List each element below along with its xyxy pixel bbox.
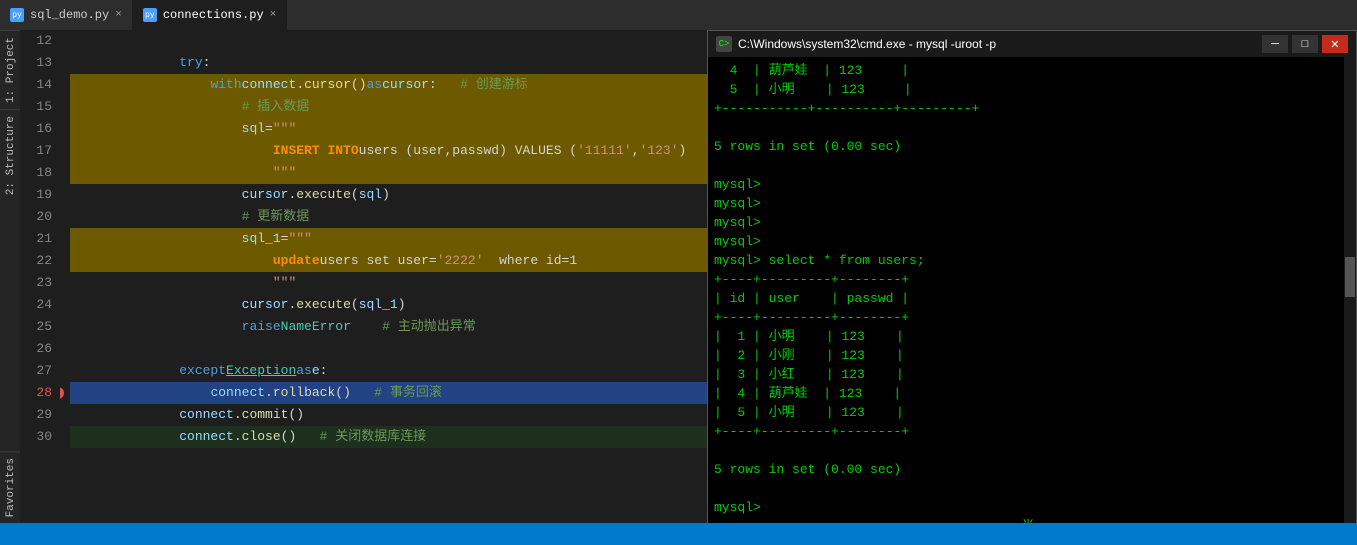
cmd-line-10: mysql> [714,232,1350,251]
tab-icon-sql-demo: py [10,8,24,22]
cmd-line-17: | 3 | 小红 | 123 | [714,365,1350,384]
tab-connections[interactable]: py connections.py × [133,0,287,30]
breakpoint-28 [60,387,64,399]
cmd-controls: ─ □ ✕ [1262,35,1348,53]
cmd-line-23 [714,479,1350,498]
line-num-12: 12 [20,30,52,52]
cmd-line-25: 半: [714,517,1350,523]
line-num-19: 19 [20,184,52,206]
line-num-16: 16 [20,118,52,140]
cmd-close-button[interactable]: ✕ [1322,35,1348,53]
cmd-titlebar: C> C:\Windows\system32\cmd.exe - mysql -… [708,31,1356,57]
sidebar-favorites[interactable]: Favorites [0,451,20,523]
cmd-line-22: 5 rows in set (0.00 sec) [714,460,1350,479]
tab-sql-demo[interactable]: py sql_demo.py × [0,0,133,30]
cmd-line-3: +-----------+----------+---------+ [714,99,1350,118]
cmd-line-5: 5 rows in set (0.00 sec) [714,137,1350,156]
line-num-23: 23 [20,272,52,294]
cmd-body: 4 | 葫芦娃 | 123 | 5 | 小明 | 123 | +--------… [708,57,1356,523]
cmd-title-left: C> C:\Windows\system32\cmd.exe - mysql -… [716,36,996,52]
line-num-28: 28 [20,382,52,404]
tab-bar: py sql_demo.py × py connections.py × [0,0,1357,30]
cmd-maximize-button[interactable]: □ [1292,35,1318,53]
cmd-line-20: +----+---------+--------+ [714,422,1350,441]
cmd-line-11: mysql> select * from users; [714,251,1350,270]
line-num-17: 17 [20,140,52,162]
tab-close-sql-demo[interactable]: × [115,9,122,21]
cmd-scrollbar-thumb[interactable] [1345,257,1355,297]
line-num-24: 24 [20,294,52,316]
cmd-line-18: | 4 | 葫芦娃 | 123 | [714,384,1350,403]
line-num-27: 27 [20,360,52,382]
line-num-29: 29 [20,404,52,426]
cmd-line-1: 4 | 葫芦娃 | 123 | [714,61,1350,80]
line-num-21: 21 [20,228,52,250]
sidebar-project[interactable]: 1: Project [0,30,20,109]
tab-label-sql-demo: sql_demo.py [30,8,109,22]
line-numbers: 12 13 14 15 16 17 18 19 20 21 22 23 24 2… [20,30,60,523]
cmd-line-19: | 5 | 小明 | 123 | [714,403,1350,422]
line-num-30: 30 [20,426,52,448]
line-num-20: 20 [20,206,52,228]
tab-icon-connections: py [143,8,157,22]
status-bar [0,523,1357,545]
cmd-line-7: mysql> [714,175,1350,194]
cmd-line-6 [714,156,1350,175]
line-num-15: 15 [20,96,52,118]
cmd-icon: C> [716,36,732,52]
line-num-22: 22 [20,250,52,272]
cmd-window: C> C:\Windows\system32\cmd.exe - mysql -… [707,30,1357,523]
cmd-minimize-button[interactable]: ─ [1262,35,1288,53]
cmd-line-4 [714,118,1350,137]
cmd-line-13: | id | user | passwd | [714,289,1350,308]
cmd-line-16: | 2 | 小刚 | 123 | [714,346,1350,365]
cmd-scrollbar[interactable] [1344,57,1356,523]
cmd-line-21 [714,441,1350,460]
cmd-line-12: +----+---------+--------+ [714,270,1350,289]
left-sidebar: 1: Project 2: Structure Favorites [0,30,20,523]
cmd-title-text: C:\Windows\system32\cmd.exe - mysql -uro… [738,37,996,51]
main-content: 1: Project 2: Structure Favorites 12 13 … [0,30,1357,523]
cmd-line-14: +----+---------+--------+ [714,308,1350,327]
line-num-13: 13 [20,52,52,74]
line-num-18: 18 [20,162,52,184]
cmd-line-9: mysql> [714,213,1350,232]
cmd-line-2: 5 | 小明 | 123 | [714,80,1350,99]
cmd-line-15: | 1 | 小明 | 123 | [714,327,1350,346]
line-num-14: 14 [20,74,52,96]
cmd-line-8: mysql> [714,194,1350,213]
tab-close-connections[interactable]: × [270,9,277,21]
line-num-25: 25 [20,316,52,338]
line-num-26: 26 [20,338,52,360]
cmd-line-24: mysql> [714,498,1350,517]
tab-label-connections: connections.py [163,8,264,22]
sidebar-structure[interactable]: 2: Structure [0,109,20,201]
